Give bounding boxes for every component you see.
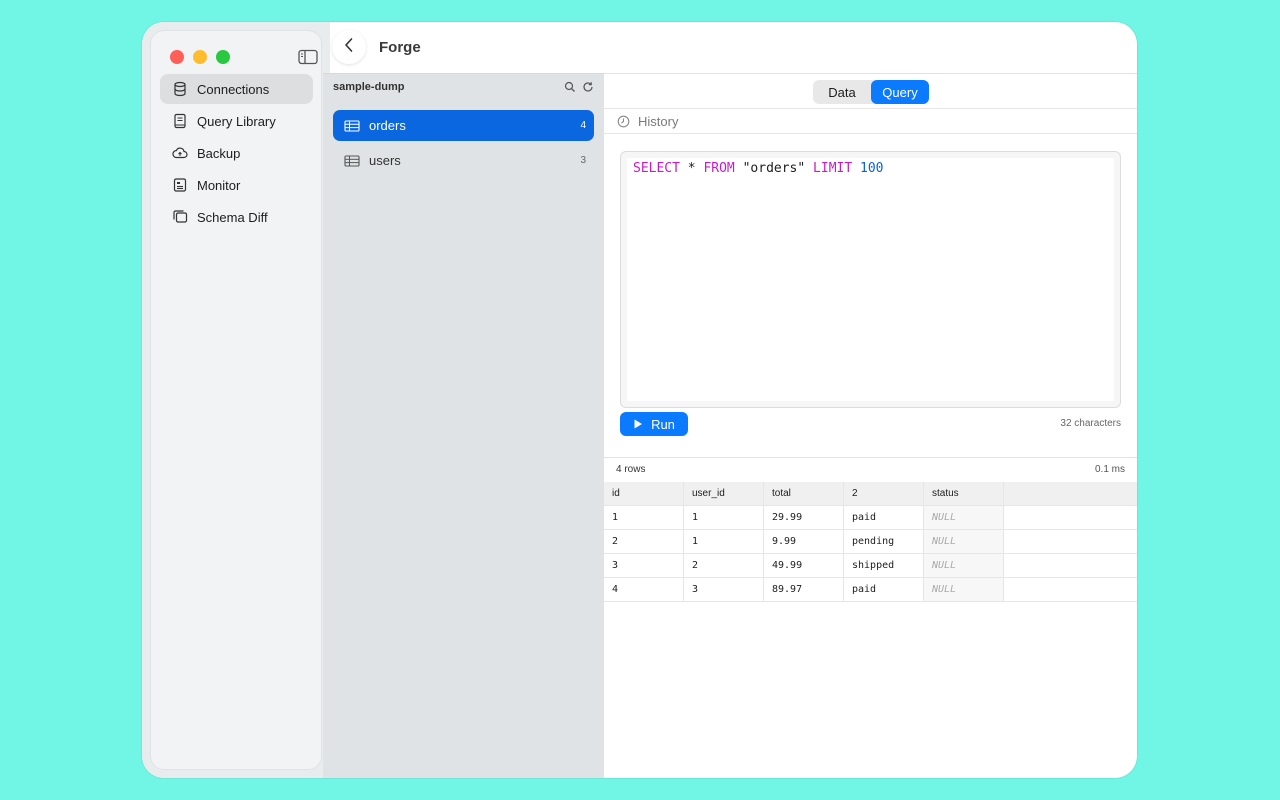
query-pane: Data Query History SELECT * FROM "orders… [604,73,1137,778]
history-label: History [638,113,679,129]
row-count: 3 [580,155,586,166]
grid-filler [1004,554,1137,577]
clock-icon [617,115,630,128]
search-icon[interactable] [564,81,576,93]
sql-number: 100 [860,161,884,176]
grid-cell[interactable]: shipped [844,554,924,577]
sidebar-item-query-library[interactable]: Query Library [160,106,313,136]
table-icon [344,154,360,167]
grid-filler [1004,482,1137,505]
tables-header: sample-dump [323,74,604,100]
sidebar-item-monitor[interactable]: Monitor [160,170,313,200]
table-row[interactable]: 1 1 29.99 paid NULL [604,506,1137,530]
sidebar-item-schema-diff[interactable]: Schema Diff [160,202,313,232]
row-count: 4 [580,120,586,131]
grid-cell[interactable]: 2 [684,554,764,577]
grid-filler [1004,530,1137,553]
minimize-window-button[interactable] [193,50,207,64]
sidebar-item-label: Monitor [197,177,241,193]
grid-filler [1004,578,1137,601]
close-window-button[interactable] [170,50,184,64]
grid-cell[interactable]: 3 [684,578,764,601]
sql-string: "orders" [742,161,806,176]
refresh-icon[interactable] [582,81,594,93]
grid-header-row: id user_id total 2 status [604,482,1137,506]
sql-editor-text[interactable]: SELECT * FROM "orders" LIMIT 100 [627,158,1114,401]
sidebar-item-label: Schema Diff [197,209,268,225]
sidebar-item-connections[interactable]: Connections [160,74,313,104]
sql-keyword: FROM [703,161,735,176]
app-title: Forge [379,39,421,56]
column-header[interactable]: 2 [844,482,924,505]
sidebar-item-label: Backup [197,145,241,161]
grid-cell[interactable]: NULL [924,506,1004,529]
grid-cell[interactable]: 89.97 [764,578,844,601]
sql-keyword: SELECT [633,161,680,176]
app-window: Connections Query Library Backup Monitor [142,22,1137,778]
query-time-label: 0.1 ms [1094,464,1125,475]
row-count-label: 4 rows [616,464,646,475]
result-status-bar: 4 rows 0.1 ms [604,457,1137,481]
results-grid: id user_id total 2 status 1 1 29.99 paid… [604,482,1137,602]
history-bar[interactable]: History [604,108,1137,134]
tab-data[interactable]: Data [813,80,871,104]
schema-diff-icon [172,209,188,225]
table-row[interactable]: 2 1 9.99 pending NULL [604,530,1137,554]
sidebar-item-label: Connections [197,81,270,97]
grid-cell[interactable]: NULL [924,578,1004,601]
grid-cell[interactable]: 29.99 [764,506,844,529]
grid-cell[interactable]: 4 [604,578,684,601]
grid-cell[interactable]: paid [844,578,924,601]
sidebar-area: Connections Query Library Backup Monitor [142,22,330,778]
table-item-orders[interactable]: orders 4 [333,110,594,141]
grid-cell[interactable]: 1 [684,506,764,529]
table-row[interactable]: 3 2 49.99 shipped NULL [604,554,1137,578]
toggle-sidebar-icon[interactable] [298,49,318,65]
table-name: orders [369,118,406,133]
character-count: 32 characters [1060,418,1121,429]
table-item-users[interactable]: users 3 [333,145,594,176]
database-name: sample-dump [333,81,405,93]
grid-cell[interactable]: NULL [924,554,1004,577]
sql-editor[interactable]: SELECT * FROM "orders" LIMIT 100 [620,151,1121,408]
monitor-icon [172,177,188,193]
sql-operator: * [687,161,696,176]
sidebar-nav: Connections Query Library Backup Monitor [160,74,313,234]
column-header[interactable]: id [604,482,684,505]
run-label: Run [651,416,675,432]
tables-panel: sample-dump orders 4 users 3 [323,73,604,778]
sql-keyword: LIMIT [813,161,853,176]
back-button[interactable] [332,30,366,64]
grid-cell[interactable]: 1 [684,530,764,553]
grid-cell[interactable]: 9.99 [764,530,844,553]
run-button[interactable]: Run [620,412,688,436]
table-name: users [369,153,401,168]
grid-cell[interactable]: pending [844,530,924,553]
sidebar-item-backup[interactable]: Backup [160,138,313,168]
grid-cell[interactable]: 49.99 [764,554,844,577]
sidebar-item-label: Query Library [197,113,276,129]
database-icon [172,81,188,97]
table-icon [344,119,360,132]
grid-cell[interactable]: 3 [604,554,684,577]
play-icon [633,419,643,429]
grid-cell[interactable]: 1 [604,506,684,529]
zoom-window-button[interactable] [216,50,230,64]
cloud-icon [172,145,188,161]
column-header[interactable]: total [764,482,844,505]
grid-cell[interactable]: NULL [924,530,1004,553]
grid-cell[interactable]: 2 [604,530,684,553]
view-mode-segmented-control: Data Query [813,80,929,104]
column-header[interactable]: user_id [684,482,764,505]
column-header[interactable]: status [924,482,1004,505]
tab-query[interactable]: Query [871,80,929,104]
chevron-left-icon [343,37,355,58]
book-icon [172,113,188,129]
grid-cell[interactable]: paid [844,506,924,529]
grid-filler [1004,506,1137,529]
table-row[interactable]: 4 3 89.97 paid NULL [604,578,1137,602]
